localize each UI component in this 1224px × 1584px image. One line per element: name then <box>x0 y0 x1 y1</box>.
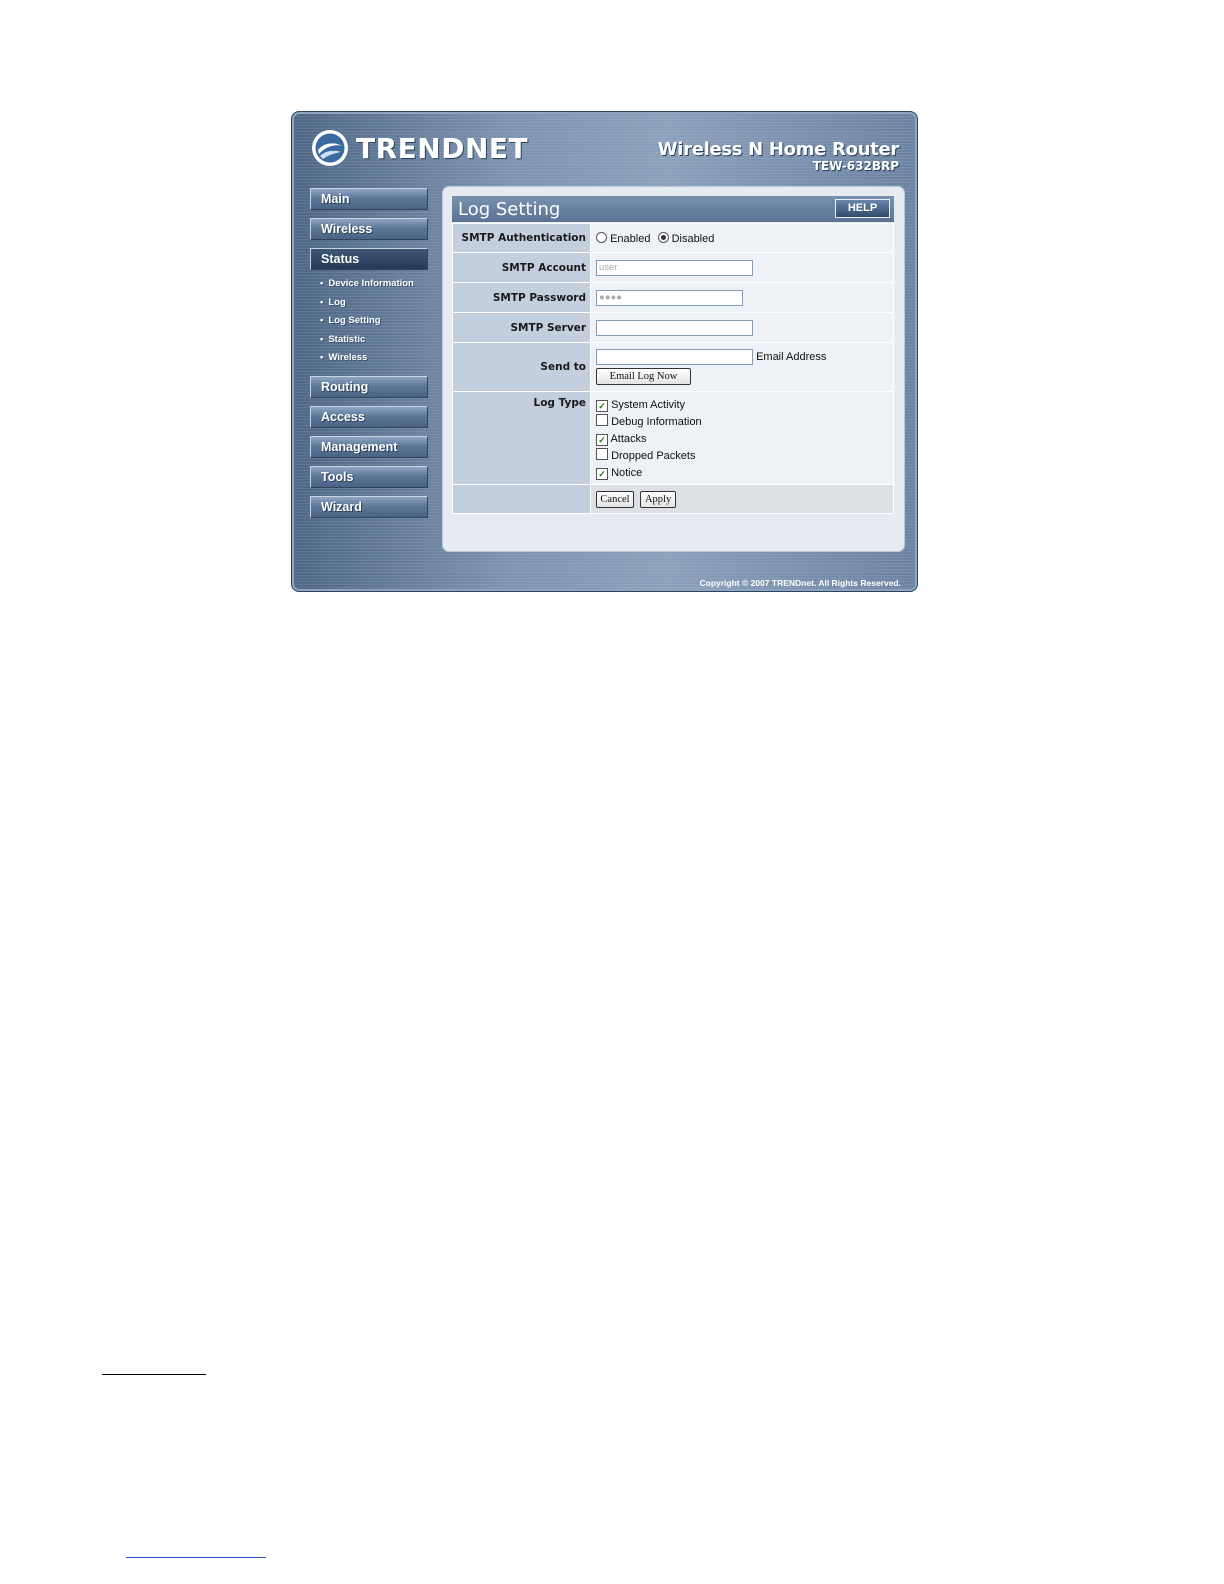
smtp-server-cell <box>590 312 894 343</box>
bottom-link-underline <box>126 1557 266 1558</box>
smtp-server-row: SMTP Server <box>452 312 894 343</box>
subnav-device-information[interactable]: • Device Information <box>310 275 428 294</box>
nav-wizard[interactable]: Wizard <box>310 495 428 518</box>
log-type-attacks: ✓ Attacks <box>596 431 893 448</box>
panel-header: Log Setting HELP <box>452 196 894 222</box>
subnav-statistic[interactable]: • Statistic <box>310 331 428 350</box>
subnav-label: Wireless <box>328 352 368 363</box>
bullet-icon: • <box>320 315 324 326</box>
form-actions: Cancel Apply <box>590 484 894 514</box>
cancel-button[interactable]: Cancel <box>596 490 634 508</box>
smtp-account-row: SMTP Account user <box>452 252 894 283</box>
send-to-row: Send to Email Address Email Log Now <box>452 342 894 392</box>
log-type-system-activity: ✓ System Activity <box>596 397 893 414</box>
attacks-checkbox[interactable]: ✓ <box>596 434 608 446</box>
system-activity-checkbox[interactable]: ✓ <box>596 400 608 412</box>
trendnet-globe-icon <box>312 130 348 166</box>
send-to-label: Send to <box>452 342 591 392</box>
smtp-account-label: SMTP Account <box>452 252 591 283</box>
sidebar-nav: Main Wireless Status • Device Information… <box>310 188 428 526</box>
smtp-server-label: SMTP Server <box>452 312 591 343</box>
nav-routing[interactable]: Routing <box>310 375 428 398</box>
product-model: TEW-632BRP <box>812 159 899 173</box>
actions-label-cell <box>452 484 591 514</box>
log-type-debug-information: Debug Information <box>596 414 893 431</box>
log-type-dropped-packets: Dropped Packets <box>596 448 893 465</box>
product-title: Wireless N Home Router <box>657 139 900 160</box>
smtp-auth-enabled-radio[interactable] <box>596 231 607 243</box>
smtp-account-cell: user <box>590 252 894 283</box>
dropped-packets-checkbox[interactable] <box>596 448 608 460</box>
smtp-auth-row: SMTP Authentication Enabled Disabled <box>452 223 894 253</box>
brand-name: TRENDNET <box>356 131 529 165</box>
radio-label-disabled: Disabled <box>671 232 715 245</box>
subnav-wireless[interactable]: • Wireless <box>310 349 428 368</box>
subnav-log-setting[interactable]: • Log Setting <box>310 312 428 331</box>
form-actions-row: Cancel Apply <box>452 484 894 514</box>
nav-main[interactable]: Main <box>310 188 428 210</box>
log-settings-form: SMTP Authentication Enabled Disabled SMT… <box>452 223 894 514</box>
email-log-now-button[interactable]: Email Log Now <box>596 367 691 385</box>
send-to-input[interactable] <box>596 348 753 365</box>
email-address-label: Email Address <box>756 350 827 363</box>
smtp-auth-disabled-radio[interactable] <box>657 231 669 243</box>
smtp-auth-options: Enabled Disabled <box>590 223 894 253</box>
bullet-icon: • <box>320 352 324 363</box>
page-title: Log Setting <box>458 199 561 220</box>
subnav-label: Log Setting <box>328 315 381 326</box>
bullet-icon: • <box>320 333 324 345</box>
send-to-cell: Email Address Email Log Now <box>590 342 894 392</box>
copyright-text: Copyright © 2007 TRENDnet. All Rights Re… <box>699 578 902 588</box>
log-type-notice: ✓ Notice <box>596 465 893 482</box>
log-type-row: Log Type ✓ System Activity Debug Informa… <box>452 391 894 485</box>
log-type-label: Log Type <box>452 391 591 485</box>
bullet-icon: • <box>320 296 324 308</box>
debug-information-checkbox[interactable] <box>596 414 608 426</box>
notice-checkbox[interactable]: ✓ <box>596 468 608 480</box>
trendnet-logo: TRENDNET <box>310 128 528 168</box>
help-button[interactable]: HELP <box>835 199 890 218</box>
smtp-server-input[interactable] <box>596 319 753 336</box>
checkbox-label: Debug Information <box>611 416 702 428</box>
smtp-account-input[interactable]: user <box>596 259 753 276</box>
nav-status[interactable]: Status <box>310 248 428 270</box>
footnote-rule <box>102 1374 206 1375</box>
smtp-password-cell: ●●●● <box>590 282 894 313</box>
smtp-password-input[interactable]: ●●●● <box>596 289 743 306</box>
smtp-auth-label: SMTP Authentication <box>452 223 591 253</box>
checkbox-label: System Activity <box>611 399 686 411</box>
subnav-label: Statistic <box>328 333 366 345</box>
email-now-line: Email Log Now <box>596 367 893 388</box>
send-to-line: Email Address <box>596 348 893 367</box>
status-submenu: • Device Information • Log • Log Setting • S… <box>310 275 428 368</box>
bullet-icon: • <box>320 278 324 289</box>
log-setting-panel: Log Setting HELP SMTP Authentication Ena… <box>442 186 905 552</box>
subnav-label: Device Information <box>328 278 414 289</box>
nav-tools[interactable]: Tools <box>310 465 428 488</box>
checkbox-label: Attacks <box>610 433 647 445</box>
radio-label-enabled: Enabled <box>610 232 651 245</box>
router-admin-window: TRENDNET Wireless N Home Router TEW-632B… <box>291 111 918 592</box>
nav-access[interactable]: Access <box>310 405 428 428</box>
subnav-log[interactable]: • Log <box>310 294 428 313</box>
nav-management[interactable]: Management <box>310 435 428 458</box>
log-type-options: ✓ System Activity Debug Information ✓ At… <box>590 391 894 485</box>
checkbox-label: Notice <box>611 467 643 479</box>
subnav-label: Log <box>328 296 346 308</box>
nav-wireless[interactable]: Wireless <box>310 218 428 240</box>
smtp-password-row: SMTP Password ●●●● <box>452 282 894 313</box>
apply-button[interactable]: Apply <box>640 490 677 508</box>
smtp-password-label: SMTP Password <box>452 282 591 313</box>
checkbox-label: Dropped Packets <box>611 450 696 462</box>
